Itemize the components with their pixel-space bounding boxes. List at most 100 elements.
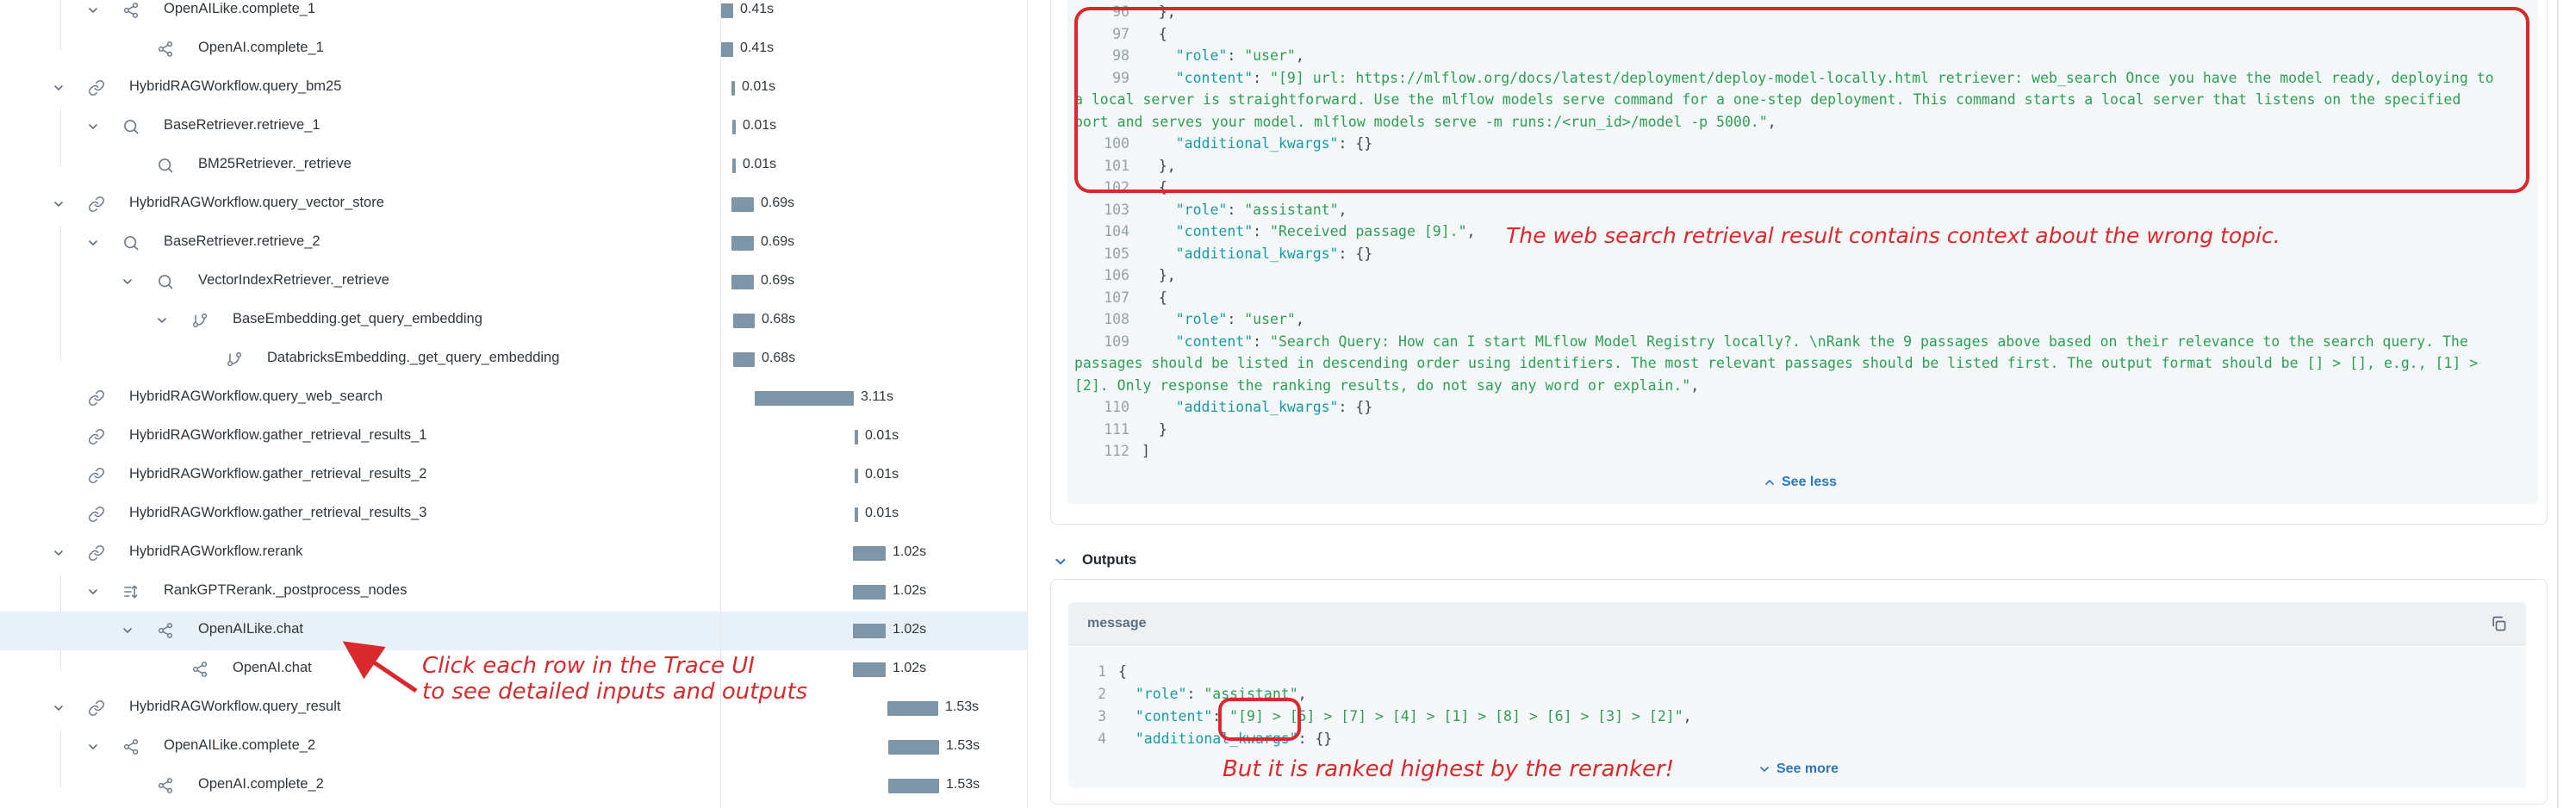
chevron-down-icon[interactable] — [52, 81, 65, 95]
line-number: 98 — [1074, 45, 1129, 67]
tree-row-HybridRAGWorkflow.gather_retrieval_results_3[interactable]: HybridRAGWorkflow.gather_retrieval_resul… — [0, 495, 1027, 534]
duration-label: 0.69s — [761, 234, 794, 250]
code-line: port and serves your model. mlflow model… — [1067, 111, 2538, 134]
duration-label: 1.02s — [893, 661, 926, 676]
tree-row-BaseRetriever.retrieve_1[interactable]: BaseRetriever.retrieve_10.01s — [0, 108, 1027, 146]
duration-bar — [720, 42, 733, 57]
duration-label: 0.41s — [740, 2, 774, 17]
code-text: passages should be listed in descending … — [1074, 352, 2478, 375]
outputs-section-header[interactable]: Outputs — [1082, 552, 1136, 569]
duration-bar — [733, 314, 755, 328]
line-number: 110 — [1074, 396, 1129, 419]
tree-row-BM25Retriever._retrieve[interactable]: BM25Retriever._retrieve0.01s — [0, 146, 1027, 185]
duration-bar — [887, 701, 938, 716]
tree-row-VectorIndexRetriever._retrieve[interactable]: VectorIndexRetriever._retrieve0.69s — [0, 263, 1027, 301]
line-number: 106 — [1074, 264, 1129, 287]
duration-bar — [733, 352, 755, 367]
code-text: { — [1142, 23, 1167, 46]
trace-ui: OpenAILike.complete_10.41sOpenAI.complet… — [0, 0, 2576, 808]
span-name: HybridRAGWorkflow.rerank — [129, 544, 302, 560]
chevron-down-icon[interactable] — [52, 701, 65, 715]
annotation-wrong-topic: The web search retrieval result contains… — [1506, 223, 2280, 248]
tree-row-OpenAI.complete_2[interactable]: OpenAI.complete_21.53s — [0, 767, 1027, 805]
tree-row-HybridRAGWorkflow.query_web_search[interactable]: HybridRAGWorkflow.query_web_search3.11s — [0, 379, 1027, 418]
span-name: DatabricksEmbedding._get_query_embedding — [267, 350, 559, 366]
span-name: HybridRAGWorkflow.gather_retrieval_resul… — [129, 427, 426, 444]
chevron-down-icon[interactable] — [86, 740, 100, 754]
chevron-down-icon[interactable] — [86, 585, 100, 599]
duration-label: 0.68s — [762, 312, 795, 327]
code-line: 108 "role": "user", — [1067, 308, 2538, 331]
chevron-down-icon[interactable] — [121, 275, 134, 289]
span-name: OpenAI.chat — [233, 660, 312, 676]
span-name: HybridRAGWorkflow.gather_retrieval_resul… — [129, 505, 426, 521]
code-line: passages should be listed in descending … — [1067, 352, 2538, 375]
code-line: 112] — [1067, 440, 2538, 463]
link-icon — [88, 389, 105, 407]
tree-row-OpenAILike.complete_1[interactable]: OpenAILike.complete_10.41s — [0, 0, 1027, 30]
span-name: OpenAI.complete_1 — [198, 40, 324, 56]
right-scroll-track[interactable] — [2557, 0, 2559, 808]
line-number: 109 — [1074, 331, 1129, 353]
tree-row-RankGPTRerank._postprocess_nodes[interactable]: RankGPTRerank._postprocess_nodes1.02s — [0, 573, 1027, 612]
line-number: 102 — [1074, 177, 1129, 199]
chevron-down-icon[interactable] — [52, 197, 65, 211]
search-icon — [122, 118, 140, 135]
code-text: "content": "[9] url: https://mlflow.org/… — [1142, 67, 2494, 90]
model-icon — [157, 40, 174, 58]
link-icon — [88, 544, 105, 562]
tree-row-HybridRAGWorkflow.query_vector_store[interactable]: HybridRAGWorkflow.query_vector_store0.69… — [0, 185, 1027, 224]
copy-icon[interactable] — [2490, 615, 2507, 632]
see-less-link[interactable]: See less — [1763, 475, 1837, 490]
see-more-link[interactable]: See more — [1758, 761, 1839, 777]
tree-row-HybridRAGWorkflow.gather_retrieval_results_2[interactable]: HybridRAGWorkflow.gather_retrieval_resul… — [0, 457, 1027, 495]
duration-label: 1.02s — [893, 622, 926, 637]
chevron-down-icon[interactable] — [86, 120, 100, 134]
duration-bar — [888, 740, 939, 755]
tree-row-BaseRetriever.retrieve_2[interactable]: BaseRetriever.retrieve_20.69s — [0, 224, 1027, 263]
line-number: 108 — [1074, 308, 1129, 331]
panel-divider[interactable] — [1027, 0, 1028, 808]
tree-row-HybridRAGWorkflow.rerank[interactable]: HybridRAGWorkflow.rerank1.02s — [0, 534, 1027, 573]
line-number: 112 — [1074, 440, 1129, 463]
link-icon — [88, 79, 105, 96]
chevron-down-icon[interactable] — [86, 236, 100, 250]
tree-row-DatabricksEmbedding._get_query_embedding[interactable]: DatabricksEmbedding._get_query_embedding… — [0, 340, 1027, 379]
chevron-down-icon[interactable] — [1053, 554, 1068, 569]
duration-label: 0.01s — [742, 79, 775, 95]
duration-bar — [731, 81, 735, 96]
code-text: port and serves your model. mlflow model… — [1074, 111, 1776, 134]
chevron-down-icon[interactable] — [121, 624, 134, 637]
code-text: "role": "user", — [1142, 45, 1304, 67]
annotation-click-rows: Click each row in the Trace UI to see de… — [422, 653, 807, 705]
chevron-down-icon[interactable] — [155, 314, 169, 327]
search-icon — [122, 234, 140, 252]
tree-row-HybridRAGWorkflow.gather_retrieval_results_1[interactable]: HybridRAGWorkflow.gather_retrieval_resul… — [0, 418, 1027, 457]
duration-bar — [855, 469, 858, 483]
code-text: { — [1142, 287, 1167, 309]
code-text: { — [1142, 177, 1167, 199]
search-icon — [157, 273, 174, 290]
code-line: 1{ — [1068, 661, 2526, 683]
code-text: ] — [1142, 440, 1150, 463]
line-number: 103 — [1074, 199, 1129, 221]
chevron-down-icon[interactable] — [52, 546, 65, 560]
code-text: "additional_kwargs": {} — [1118, 728, 1332, 750]
chevron-up-icon — [1763, 475, 1776, 489]
code-line: 96 }, — [1067, 1, 2538, 23]
tree-row-OpenAILike.chat[interactable]: OpenAILike.chat1.02s — [0, 612, 1027, 650]
link-icon — [88, 428, 105, 445]
tree-row-HybridRAGWorkflow.query_bm25[interactable]: HybridRAGWorkflow.query_bm250.01s — [0, 69, 1027, 108]
chevron-down-icon[interactable] — [86, 3, 100, 17]
message-box-title: message — [1087, 602, 1147, 645]
message-box-header: message — [1068, 602, 2526, 645]
tree-row-OpenAILike.complete_2[interactable]: OpenAILike.complete_21.53s — [0, 728, 1027, 767]
duration-bar — [853, 546, 886, 561]
duration-label: 0.41s — [740, 40, 774, 56]
span-name: BM25Retriever._retrieve — [198, 156, 352, 172]
code-line: a local server is straightforward. Use t… — [1067, 89, 2538, 111]
code-text: "additional_kwargs": {} — [1142, 243, 1372, 265]
tree-row-OpenAI.complete_1[interactable]: OpenAI.complete_1 0.41s — [0, 30, 1027, 69]
annotation-reranker: But it is ranked highest by the reranker… — [1223, 756, 1674, 782]
tree-row-BaseEmbedding.get_query_embedding[interactable]: BaseEmbedding.get_query_embedding0.68s — [0, 301, 1027, 340]
